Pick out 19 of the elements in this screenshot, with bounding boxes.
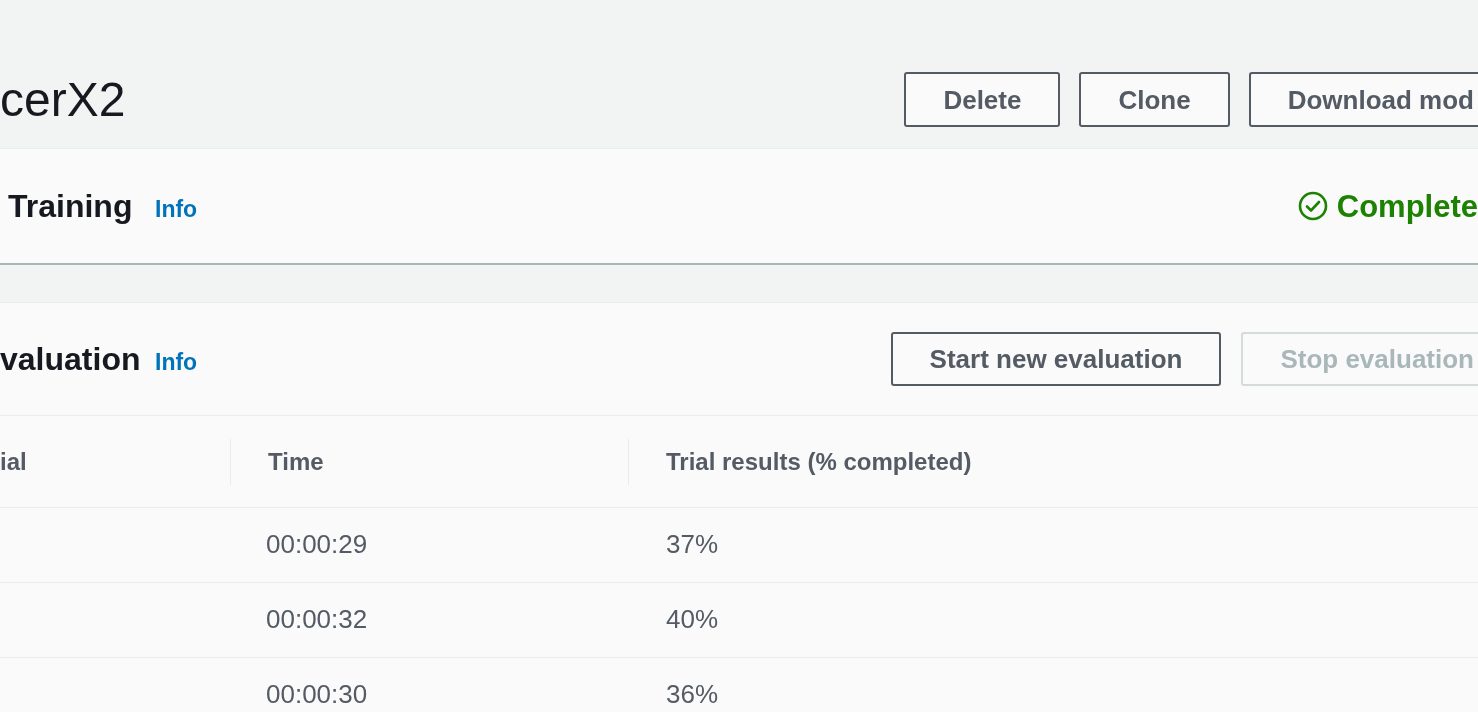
column-heading: ial [0, 449, 27, 474]
result-percentage-text: 37% [666, 528, 719, 559]
download-button[interactable]: Download mod [1248, 72, 1478, 127]
column-heading: Trial results (% completed) [666, 449, 972, 474]
section-title: valuation [0, 343, 142, 375]
result-percentage-text: 40% [666, 603, 719, 634]
info-link[interactable]: Info [155, 350, 198, 374]
column-heading: Time [268, 449, 324, 474]
time-text: 00:00:30 [266, 678, 368, 709]
result-percentage-text: 36% [666, 678, 719, 709]
status-text: Complete [1336, 190, 1478, 222]
info-link[interactable]: Info [155, 197, 198, 221]
start-evaluation-button[interactable]: Start new evaluation [890, 332, 1222, 386]
clone-button[interactable]: Clone [1079, 72, 1230, 127]
section-title: Training [8, 190, 134, 222]
page-title: cerX2 [0, 75, 126, 124]
delete-button[interactable]: Delete [904, 72, 1061, 127]
time-text: 00:00:32 [266, 603, 368, 634]
time-text: 00:00:29 [266, 528, 368, 559]
